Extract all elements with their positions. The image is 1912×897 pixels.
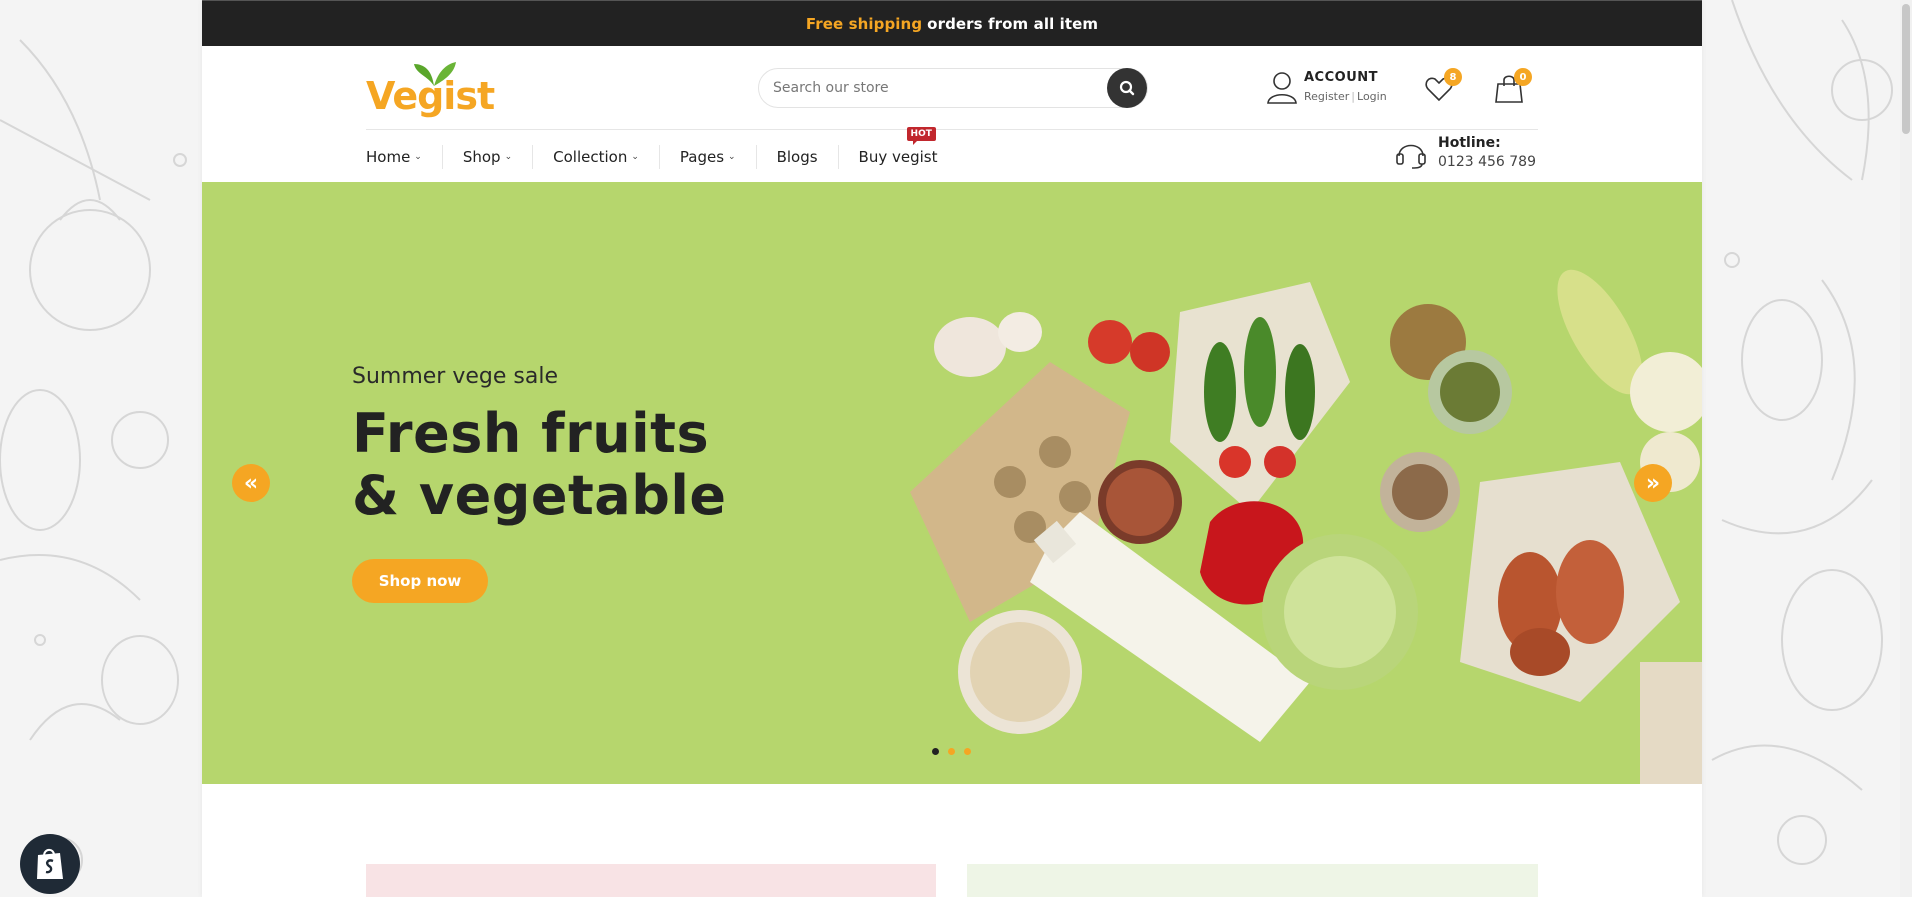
wishlist-count-badge: 8 bbox=[1444, 68, 1462, 86]
user-icon bbox=[1267, 72, 1297, 104]
slider-pagination bbox=[932, 748, 971, 755]
hero-subtitle: Summer vege sale bbox=[352, 364, 558, 389]
chevron-down-icon: ⌄ bbox=[631, 151, 639, 162]
search-bar bbox=[758, 68, 1148, 108]
free-shipping-highlight: Free shipping bbox=[805, 14, 923, 33]
hero-text: Summer vege sale Fresh fruits & vegetabl… bbox=[352, 364, 727, 603]
login-link[interactable]: Login bbox=[1357, 90, 1387, 103]
hero-title-line2: & vegetable bbox=[352, 464, 727, 527]
site-logo[interactable]: Vegist bbox=[366, 60, 495, 118]
register-link[interactable]: Register bbox=[1304, 90, 1349, 103]
search-button[interactable] bbox=[1107, 68, 1147, 108]
hotline-title: Hotline: bbox=[1438, 135, 1501, 151]
header-divider bbox=[366, 129, 1538, 130]
site-header: Vegist ACCOUNT Register|Login bbox=[202, 46, 1702, 131]
shop-now-button[interactable]: Shop now bbox=[352, 559, 488, 603]
hero-title: Fresh fruits & vegetable bbox=[352, 403, 727, 527]
nav-item-shop[interactable]: Shop ⌄ bbox=[441, 144, 532, 169]
hero-vegetables-image bbox=[910, 269, 1702, 784]
double-chevron-right-icon: » bbox=[1645, 470, 1661, 496]
page-container: Free shipping orders from all item Vegis… bbox=[202, 0, 1702, 897]
slider-dot[interactable] bbox=[964, 748, 971, 755]
hotline: Hotline: 0123 456 789 bbox=[1394, 135, 1536, 170]
logo-text: Vegist bbox=[366, 74, 495, 118]
cart-button[interactable]: 0 bbox=[1494, 68, 1532, 108]
page-scrollbar[interactable] bbox=[1900, 0, 1912, 897]
main-navigation: Home ⌄ Shop ⌄ Collection ⌄ Pages ⌄ Blogs Buy… bbox=[202, 126, 1702, 182]
nav-label: Shop bbox=[462, 147, 501, 166]
hero-title-line1: Fresh fruits bbox=[352, 402, 710, 465]
account-menu[interactable]: ACCOUNT Register | Login bbox=[1266, 70, 1387, 104]
slider-next-button[interactable]: » bbox=[1634, 464, 1672, 502]
nav-item-home[interactable]: Home ⌄ bbox=[366, 145, 442, 169]
headset-icon bbox=[1396, 144, 1426, 169]
nav-item-buy-vegist[interactable]: Buy vegist HOT bbox=[837, 126, 958, 169]
announcement-bar: Free shipping orders from all item bbox=[202, 0, 1702, 46]
link-separator: | bbox=[1351, 90, 1356, 103]
promo-card-right[interactable] bbox=[967, 864, 1538, 897]
nav-item-collection[interactable]: Collection ⌄ bbox=[532, 144, 659, 169]
announcement-text: orders from all item bbox=[927, 14, 1099, 33]
wishlist-button[interactable]: 8 bbox=[1424, 68, 1462, 108]
nav-label: Blogs bbox=[776, 147, 818, 166]
background-doodle-right bbox=[1702, 0, 1912, 897]
scrollbar-thumb[interactable] bbox=[1902, 4, 1910, 134]
hot-badge: HOT bbox=[906, 126, 936, 145]
nav-item-blogs[interactable]: Blogs bbox=[755, 144, 838, 169]
slider-dot[interactable] bbox=[948, 748, 955, 755]
nav-label: Pages bbox=[679, 147, 725, 166]
search-icon bbox=[1119, 80, 1135, 96]
chevron-down-icon: ⌄ bbox=[728, 151, 736, 162]
nav-label: Collection bbox=[553, 147, 628, 166]
chevron-down-icon: ⌄ bbox=[504, 151, 513, 162]
hotline-number[interactable]: 0123 456 789 bbox=[1438, 154, 1536, 170]
account-title: ACCOUNT bbox=[1304, 70, 1378, 85]
promo-card-left[interactable] bbox=[366, 864, 936, 897]
double-chevron-left-icon: « bbox=[243, 470, 259, 496]
nav-item-pages[interactable]: Pages ⌄ bbox=[658, 144, 756, 169]
background-doodle-left bbox=[0, 0, 202, 897]
promo-section bbox=[202, 784, 1702, 897]
nav-label: Buy vegist bbox=[858, 147, 938, 166]
slider-prev-button[interactable]: « bbox=[232, 464, 270, 502]
chevron-down-icon: ⌄ bbox=[414, 151, 422, 162]
cart-count-badge: 0 bbox=[1514, 68, 1532, 86]
slider-dot[interactable] bbox=[932, 748, 939, 755]
shopify-badge[interactable] bbox=[20, 834, 80, 894]
nav-label: Home bbox=[366, 147, 411, 166]
search-input[interactable] bbox=[759, 80, 1079, 96]
hero-slider: Summer vege sale Fresh fruits & vegetabl… bbox=[202, 182, 1702, 784]
shopify-bag-icon bbox=[37, 848, 63, 879]
